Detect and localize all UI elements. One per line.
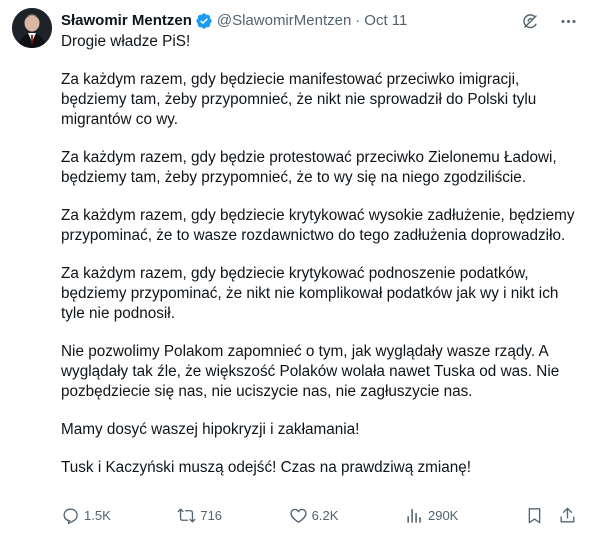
repost-count: 716 — [200, 507, 223, 523]
header-actions — [519, 10, 579, 32]
tweet-paragraph: Drogie władze PiS! — [61, 33, 191, 50]
tweet-paragraph: Nie pozwolimy Polakom zapomnieć o tym, j… — [61, 343, 560, 400]
avatar[interactable] — [12, 8, 52, 48]
separator-dot: · — [355, 12, 361, 29]
share-button[interactable] — [558, 506, 577, 525]
tweet-paragraph: Za każdym razem, gdy będziecie manifesto… — [61, 71, 537, 128]
tweet-paragraph: Tusk i Kaczyński muszą odejść! Czas na p… — [61, 459, 472, 476]
author-name[interactable]: Sławomir Mentzen — [61, 11, 192, 31]
tweet-paragraph: Za każdym razem, gdy będziecie krytykowa… — [61, 207, 575, 244]
tweet-paragraph: Za każdym razem, gdy będzie protestować … — [61, 149, 557, 186]
bookmark-icon — [528, 507, 541, 523]
views-button[interactable]: 290K — [405, 506, 458, 525]
repost-button[interactable]: 716 — [177, 506, 222, 525]
reply-count: 1.5K — [84, 507, 111, 523]
grok-icon[interactable] — [519, 10, 541, 32]
reply-button[interactable]: 1.5K — [61, 506, 111, 525]
views-count: 290K — [427, 507, 459, 523]
share-icon — [560, 507, 575, 523]
tweet-paragraph: Za każdym razem, gdy będziecie krytykowa… — [61, 265, 559, 322]
like-button[interactable]: 6.2K — [289, 506, 339, 525]
right-actions — [525, 506, 577, 525]
like-count: 6.2K — [311, 507, 339, 523]
tweet-header: Sławomir Mentzen @SlawomirMentzen · Oct … — [61, 10, 579, 32]
more-icon[interactable] — [557, 10, 579, 32]
views-icon — [407, 508, 421, 523]
tweet-date[interactable]: Oct 11 — [364, 11, 407, 31]
repost-icon — [177, 507, 196, 523]
avatar-image — [12, 8, 52, 48]
author-handle[interactable]: @SlawomirMentzen — [217, 11, 351, 31]
verified-badge-icon — [195, 12, 213, 30]
like-icon — [290, 508, 307, 523]
tweet-body: Drogie władze PiS! Za każdym razem, gdy … — [61, 32, 576, 496]
tweet-actions: 1.5K 716 6.2K 290K — [61, 505, 577, 525]
tweet-paragraph: Mamy dosyć waszej hipokryzji i zakłamani… — [61, 421, 360, 438]
bookmark-button[interactable] — [525, 506, 544, 525]
reply-icon — [63, 507, 78, 524]
tweet: Sławomir Mentzen @SlawomirMentzen · Oct … — [0, 0, 591, 544]
